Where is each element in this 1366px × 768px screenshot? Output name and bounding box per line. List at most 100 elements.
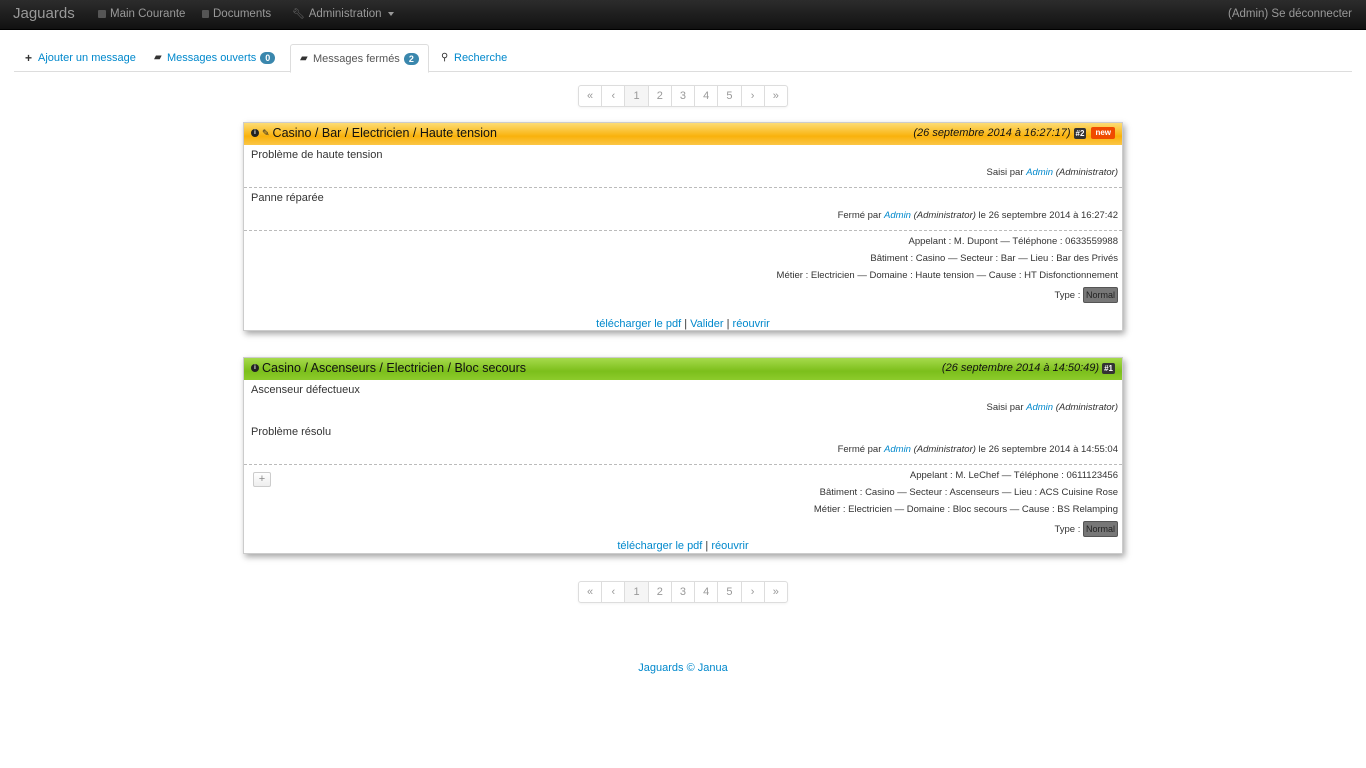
tab-ajouter-message[interactable]: + Ajouter un message xyxy=(16,44,145,72)
pagination-top: « ‹ 1 2 3 4 5 › » xyxy=(578,85,788,107)
message-header: i Casino / Ascenseurs / Electricien / Bl… xyxy=(244,358,1122,380)
page-5[interactable]: 5 xyxy=(718,86,742,106)
reouvrir-link[interactable]: réouvrir xyxy=(733,318,770,330)
download-pdf-link[interactable]: télécharger le pdf xyxy=(617,540,702,552)
ferme-par-line: Fermé par Admin (Administrator) le 26 se… xyxy=(244,210,1122,230)
page-2[interactable]: 2 xyxy=(649,86,672,106)
logout-link[interactable]: (Admin) Se déconnecter xyxy=(1228,8,1352,20)
footer: Jaguards © Janua xyxy=(0,662,1366,674)
type-badge: Normal xyxy=(1082,287,1118,303)
nav-documents[interactable]: Documents xyxy=(202,8,271,20)
tab-fermes-label: Messages fermés xyxy=(313,52,400,65)
page-5[interactable]: 5 xyxy=(718,582,742,602)
message-resolution: Panne réparée xyxy=(251,192,324,204)
batiment-line: Bâtiment : Casino — Secteur : Bar — Lieu… xyxy=(870,253,1118,264)
tab-ajouter-label: Ajouter un message xyxy=(38,52,136,64)
page-2[interactable]: 2 xyxy=(649,582,672,602)
message-tabs: + Ajouter un message ▰ Messages ouverts … xyxy=(14,44,1352,73)
user-link[interactable]: Admin xyxy=(884,444,911,455)
appelant-line: Appelant : M. LeChef — Téléphone : 06111… xyxy=(909,470,1118,481)
page-4[interactable]: 4 xyxy=(695,86,719,106)
message-description: Ascenseur défectueux xyxy=(251,384,360,396)
caret-down-icon xyxy=(387,12,394,16)
reouvrir-link[interactable]: réouvrir xyxy=(711,540,748,552)
page-1[interactable]: 1 xyxy=(625,582,649,602)
download-pdf-link[interactable]: télécharger le pdf xyxy=(596,318,681,330)
message-title: Casino / Bar / Electricien / Haute tensi… xyxy=(272,126,497,140)
file-icon xyxy=(202,10,209,18)
page-3[interactable]: 3 xyxy=(672,86,696,106)
page-first[interactable]: « xyxy=(579,582,603,602)
saisi-prefix: Saisi par xyxy=(986,402,1024,413)
page-4[interactable]: 4 xyxy=(695,582,719,602)
user-role: (Administrator) xyxy=(913,210,976,221)
wrench-icon: 🔧︎ xyxy=(292,8,305,20)
expand-button[interactable]: + xyxy=(253,472,271,487)
folder-icon: ▰ xyxy=(300,52,308,64)
page-prev[interactable]: ‹ xyxy=(602,86,626,106)
nav-administration-label: Administration xyxy=(308,8,382,20)
tab-recherche[interactable]: ⚲ Recherche xyxy=(432,44,516,72)
message-date: (26 septembre 2014 à 14:50:49) xyxy=(941,362,1100,374)
page-first[interactable]: « xyxy=(579,86,603,106)
type-label: Type : xyxy=(1054,290,1081,301)
wrench-icon: ✎ xyxy=(262,127,270,138)
message-details: Appelant : M. Dupont — Téléphone : 06335… xyxy=(244,231,1122,305)
nav-documents-label: Documents xyxy=(213,8,272,20)
user-role: (Administrator) xyxy=(913,444,976,455)
message-id-badge: #2 xyxy=(1073,127,1087,139)
metier-line: Métier : Electricien — Domaine : Bloc se… xyxy=(813,504,1118,515)
saisi-par-line: Saisi par Admin (Administrator) xyxy=(244,167,1122,187)
metier-line: Métier : Electricien — Domaine : Haute t… xyxy=(776,270,1118,281)
page-last[interactable]: » xyxy=(765,86,787,106)
nav-main-courante[interactable]: Main Courante xyxy=(98,8,185,20)
tab-messages-fermes[interactable]: ▰ Messages fermés 2 xyxy=(290,44,429,73)
footer-link[interactable]: Jaguards © Janua xyxy=(638,662,727,674)
message-header: i ✎ Casino / Bar / Electricien / Haute t… xyxy=(244,123,1122,145)
message-actions: télécharger le pdf | Valider | réouvrir xyxy=(596,318,770,330)
new-badge: new xyxy=(1091,127,1115,139)
nav-administration[interactable]: 🔧︎ Administration xyxy=(292,8,394,20)
message-resolution: Problème résolu xyxy=(251,426,332,438)
nav-main-courante-label: Main Courante xyxy=(110,8,186,20)
ferme-prefix: Fermé par xyxy=(837,444,882,455)
page-1[interactable]: 1 xyxy=(625,86,649,106)
message-card: i ✎ Casino / Bar / Electricien / Haute t… xyxy=(243,122,1123,331)
folder-open-icon: ▰ xyxy=(154,52,162,63)
valider-link[interactable]: Valider xyxy=(690,318,723,330)
user-link[interactable]: Admin xyxy=(884,210,911,221)
message-actions: télécharger le pdf | réouvrir xyxy=(617,540,749,552)
user-link[interactable]: Admin xyxy=(1026,402,1053,413)
tab-messages-ouverts[interactable]: ▰ Messages ouverts 0 xyxy=(145,44,284,72)
saisi-prefix: Saisi par xyxy=(986,167,1024,178)
saisi-par-line: Saisi par Admin (Administrator) xyxy=(244,402,1122,422)
tab-ouverts-label: Messages ouverts xyxy=(167,52,257,64)
type-badge: Normal xyxy=(1082,521,1118,537)
top-navbar: Jaguards Main Courante Documents 🔧︎ Admi… xyxy=(0,0,1366,30)
user-link[interactable]: Admin xyxy=(1026,167,1053,178)
message-card: i Casino / Ascenseurs / Electricien / Bl… xyxy=(243,357,1123,554)
batiment-line: Bâtiment : Casino — Secteur : Ascenseurs… xyxy=(819,487,1118,498)
page-next[interactable]: › xyxy=(742,582,765,602)
count-badge: 0 xyxy=(260,52,276,64)
page-next[interactable]: › xyxy=(742,86,765,106)
type-line: Type : Normal xyxy=(244,287,1122,305)
plus-icon: + xyxy=(25,51,33,65)
count-badge: 2 xyxy=(403,52,419,65)
pagination-bottom: « ‹ 1 2 3 4 5 › » xyxy=(578,581,788,603)
search-icon: ⚲ xyxy=(441,52,449,63)
comment-icon xyxy=(98,10,106,18)
type-line: Type : Normal xyxy=(244,521,1122,539)
message-details: + Appelant : M. LeChef — Téléphone : 061… xyxy=(244,465,1122,539)
type-label: Type : xyxy=(1054,524,1081,535)
ferme-date: le 26 septembre 2014 à 16:27:42 xyxy=(978,210,1118,221)
page-last[interactable]: » xyxy=(765,582,787,602)
info-icon: i xyxy=(251,129,259,137)
brand-logo[interactable]: Jaguards xyxy=(13,5,75,22)
user-role: (Administrator) xyxy=(1055,167,1118,178)
page-3[interactable]: 3 xyxy=(672,582,696,602)
message-title: Casino / Ascenseurs / Electricien / Bloc… xyxy=(262,361,527,375)
appelant-line: Appelant : M. Dupont — Téléphone : 06335… xyxy=(908,236,1118,247)
page-prev[interactable]: ‹ xyxy=(602,582,626,602)
ferme-date: le 26 septembre 2014 à 14:55:04 xyxy=(978,444,1118,455)
